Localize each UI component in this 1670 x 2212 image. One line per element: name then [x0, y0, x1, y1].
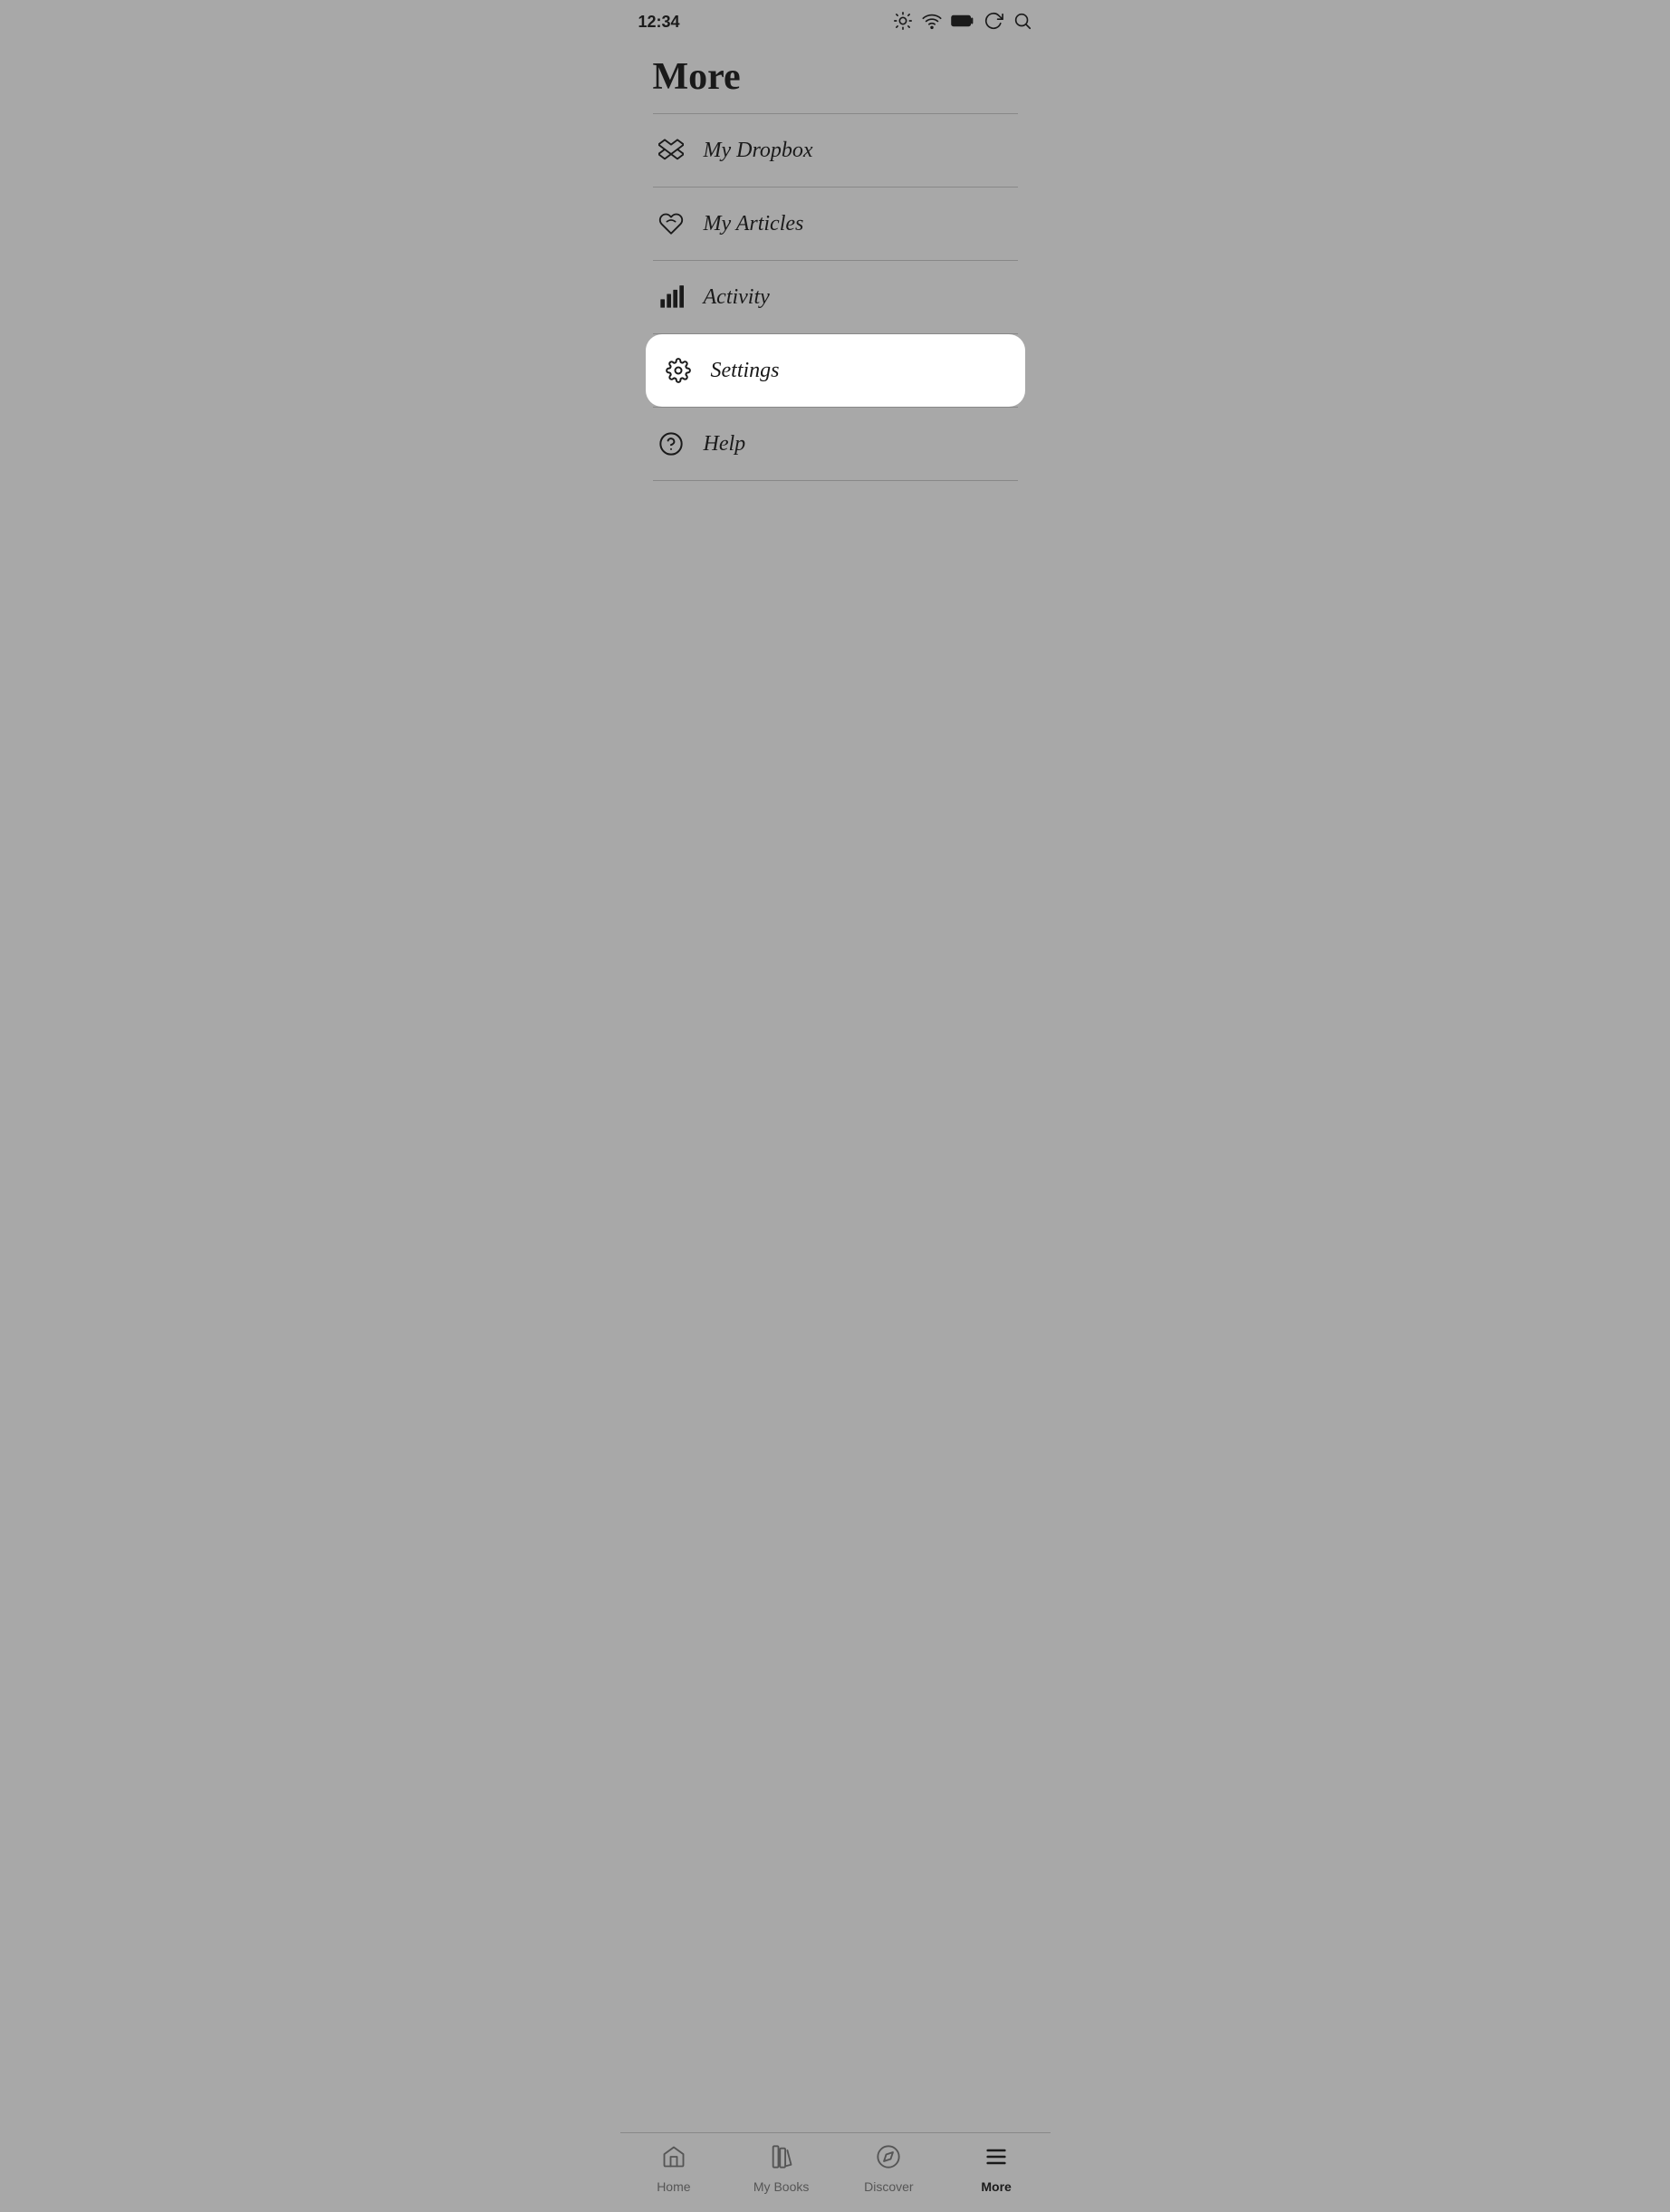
menu-item-help[interactable]: Help	[653, 408, 1018, 480]
activity-icon	[657, 284, 686, 310]
menu-item-articles[interactable]: My Articles	[653, 188, 1018, 260]
page-title: More	[653, 55, 1018, 99]
more-icon	[984, 2144, 1009, 2176]
menu-item-activity-label: Activity	[704, 285, 770, 310]
nav-item-discover[interactable]: Discover	[835, 2144, 943, 2194]
bottom-nav: Home My Books Discover	[620, 2132, 1051, 2212]
sync-icon	[984, 11, 1003, 34]
discover-icon	[876, 2144, 901, 2176]
wifi-icon	[922, 11, 942, 34]
nav-label-my-books: My Books	[753, 2179, 809, 2194]
status-bar: 12:34	[620, 0, 1051, 41]
menu-item-articles-label: My Articles	[704, 212, 804, 236]
articles-icon	[657, 211, 686, 236]
divider-5	[653, 480, 1018, 481]
nav-item-my-books[interactable]: My Books	[727, 2144, 835, 2194]
search-icon[interactable]	[1013, 11, 1032, 34]
nav-item-home[interactable]: Home	[620, 2144, 728, 2194]
menu-list: My Dropbox My Articles	[653, 114, 1018, 481]
home-icon	[661, 2144, 686, 2176]
menu-item-settings-label: Settings	[711, 359, 780, 383]
my-books-icon	[769, 2144, 794, 2176]
battery-icon	[951, 11, 974, 34]
main-content: More My Dropbox My Articles	[620, 41, 1051, 2132]
help-icon	[657, 431, 686, 457]
status-time: 12:34	[638, 13, 680, 32]
menu-item-dropbox[interactable]: My Dropbox	[653, 114, 1018, 187]
menu-item-dropbox-label: My Dropbox	[704, 139, 813, 163]
nav-label-home: Home	[657, 2179, 690, 2194]
dropbox-icon	[657, 138, 686, 163]
nav-label-more: More	[981, 2179, 1011, 2194]
menu-item-settings[interactable]: Settings	[646, 334, 1025, 407]
nav-label-discover: Discover	[864, 2179, 913, 2194]
menu-item-help-label: Help	[704, 432, 746, 457]
menu-item-activity[interactable]: Activity	[653, 261, 1018, 333]
status-icons	[893, 11, 1032, 34]
settings-icon	[664, 358, 693, 383]
nav-item-more[interactable]: More	[943, 2144, 1051, 2194]
brightness-icon	[893, 11, 913, 34]
